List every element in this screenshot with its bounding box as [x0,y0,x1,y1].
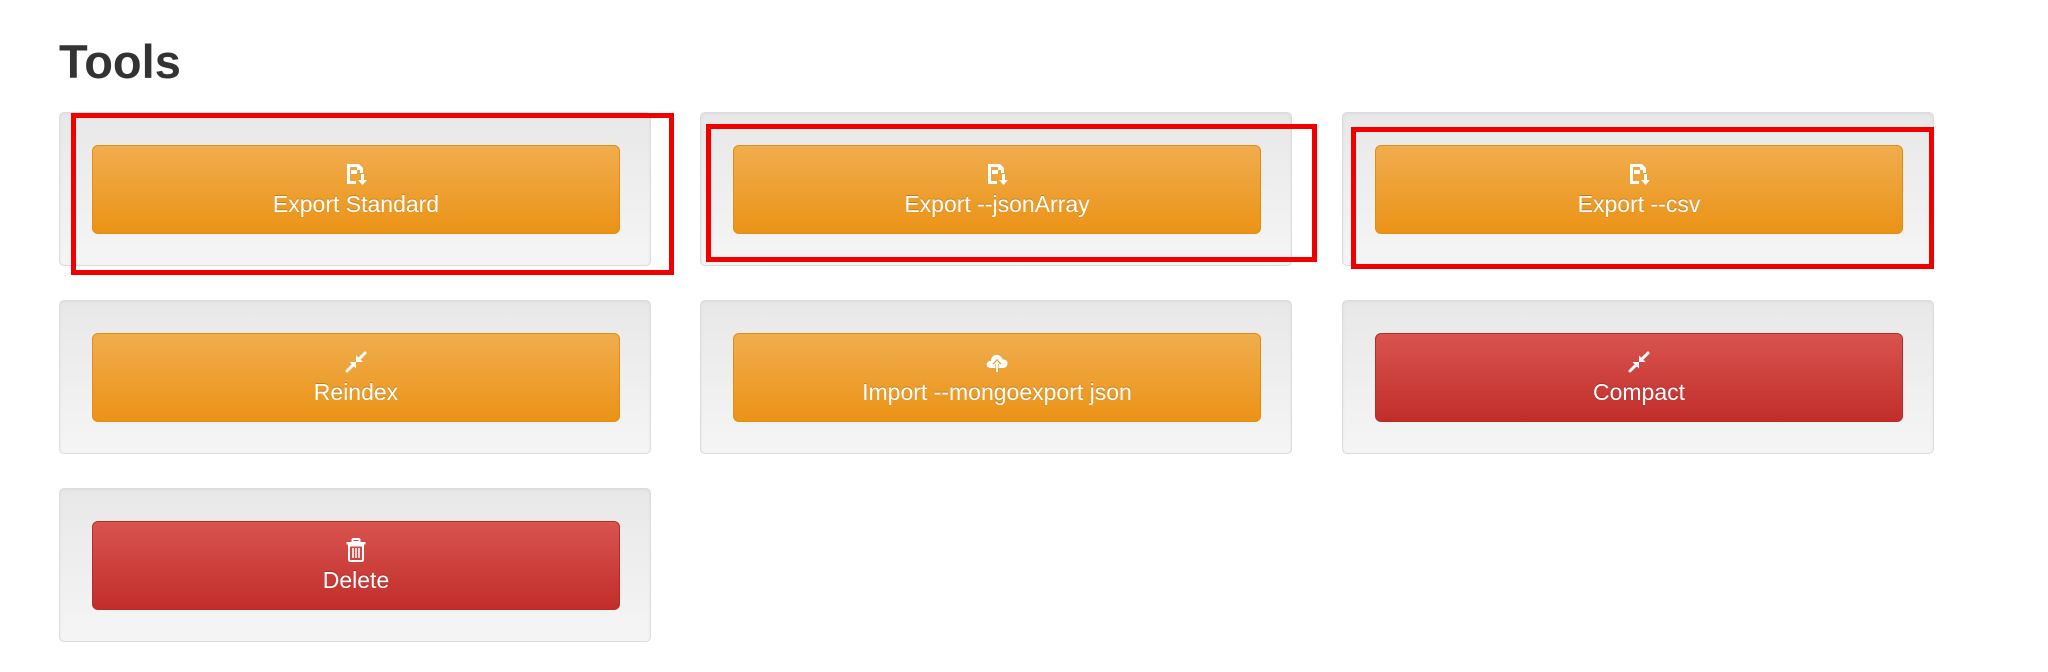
cloud-upload-icon [986,355,1008,373]
import-mongoexport-label: Import --mongoexport json [862,379,1132,406]
delete-button[interactable]: Delete [92,521,620,610]
compress-arrows-icon [1628,351,1650,373]
compact-label: Compact [1592,379,1686,406]
export-jsonarray-label: Export --jsonArray [904,191,1090,218]
reindex-button[interactable]: Reindex [92,333,620,422]
export-standard-button[interactable]: Export Standard [92,145,620,234]
export-file-icon [347,164,367,186]
export-jsonarray-button[interactable]: Export --jsonArray [733,145,1261,234]
import-mongoexport-button[interactable]: Import --mongoexport json [733,333,1261,422]
export-csv-button[interactable]: Export --csv [1375,145,1903,234]
tool-card-compact: Compact [1342,300,1934,454]
tool-card-export-jsonarray: Export --jsonArray [700,112,1292,266]
export-csv-label: Export --csv [1577,191,1701,218]
tools-page: Tools Export Standard Export --jsonArray [0,0,2048,672]
compress-arrows-icon [345,351,367,373]
tool-card-export-csv: Export --csv [1342,112,1934,266]
tool-card-export-standard: Export Standard [59,112,651,266]
tool-card-delete: Delete [59,488,651,642]
export-file-icon [1630,164,1650,186]
trash-icon [346,538,366,563]
export-file-icon [988,164,1008,186]
reindex-label: Reindex [313,379,399,406]
tool-card-import: Import --mongoexport json [700,300,1292,454]
export-standard-label: Export Standard [272,191,440,218]
compact-button[interactable]: Compact [1375,333,1903,422]
delete-label: Delete [322,567,390,594]
tool-card-reindex: Reindex [59,300,651,454]
page-title: Tools [59,35,181,88]
